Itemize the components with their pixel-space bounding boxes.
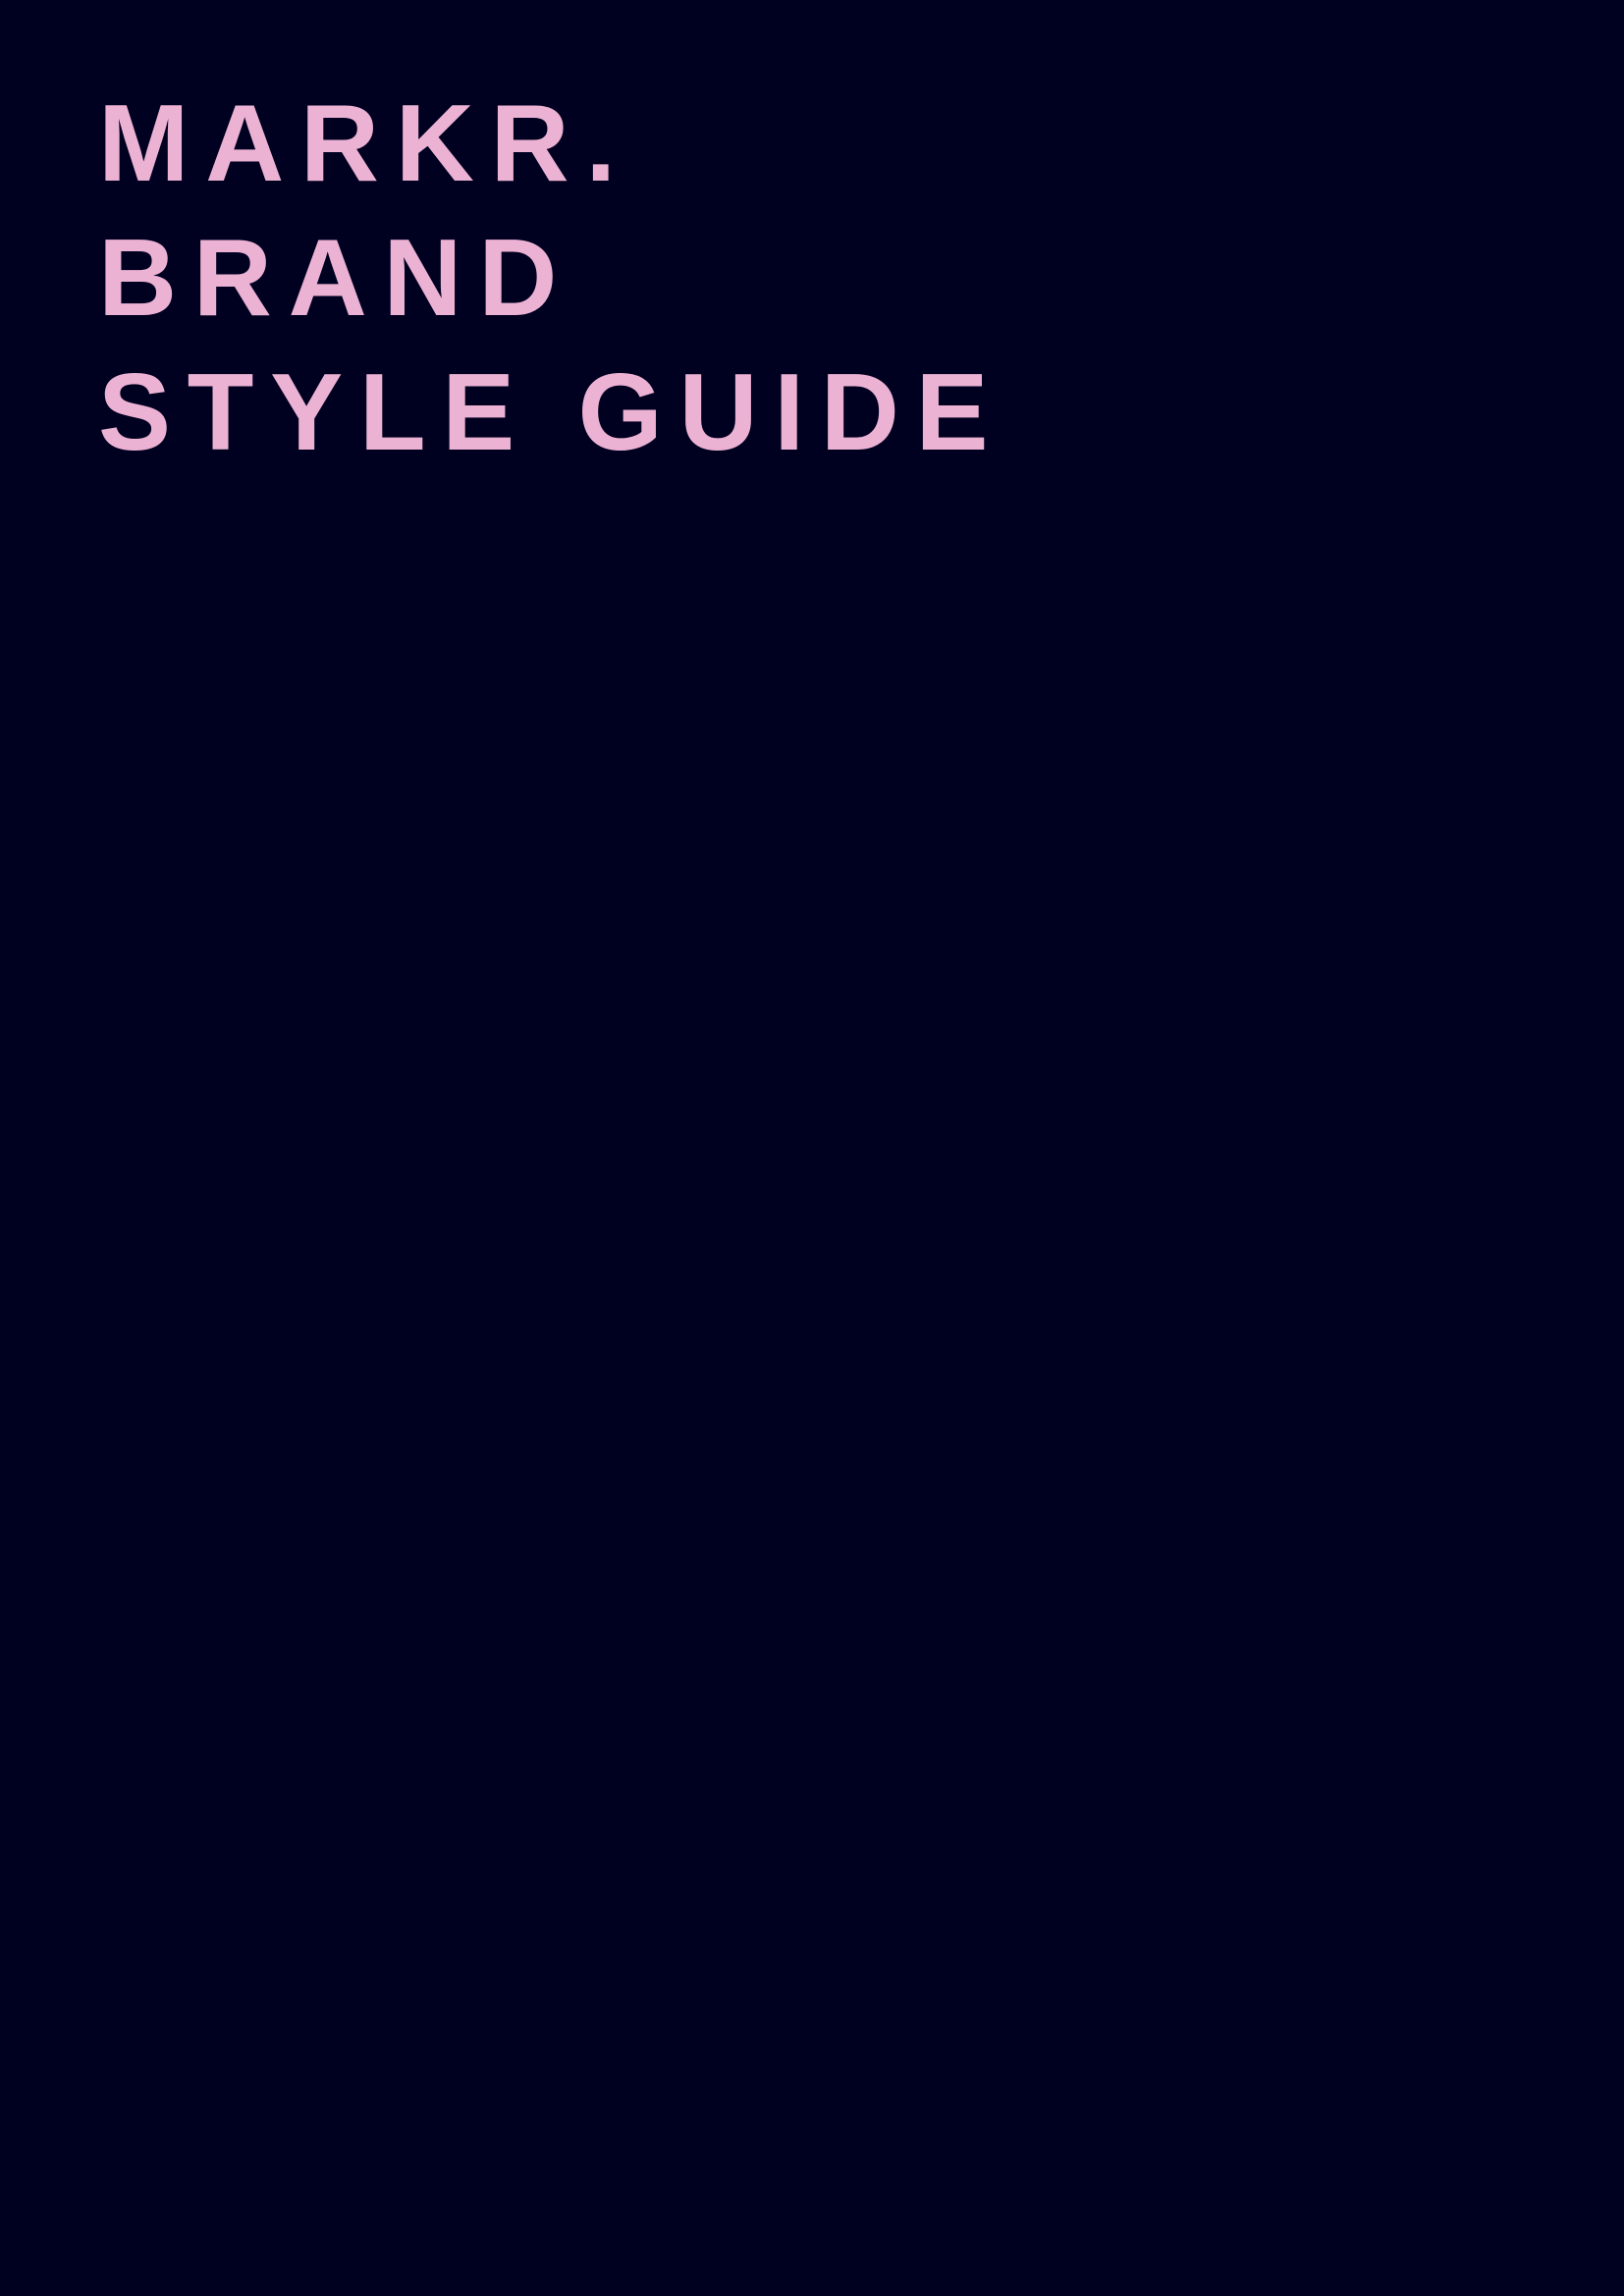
cover-title: MARKR. BRAND STYLE GUIDE [98,77,1004,480]
title-line-2: BRAND [98,217,574,339]
title-line-brand-name: MARKR. [98,82,632,204]
title-line-3: STYLE GUIDE [98,351,1005,473]
